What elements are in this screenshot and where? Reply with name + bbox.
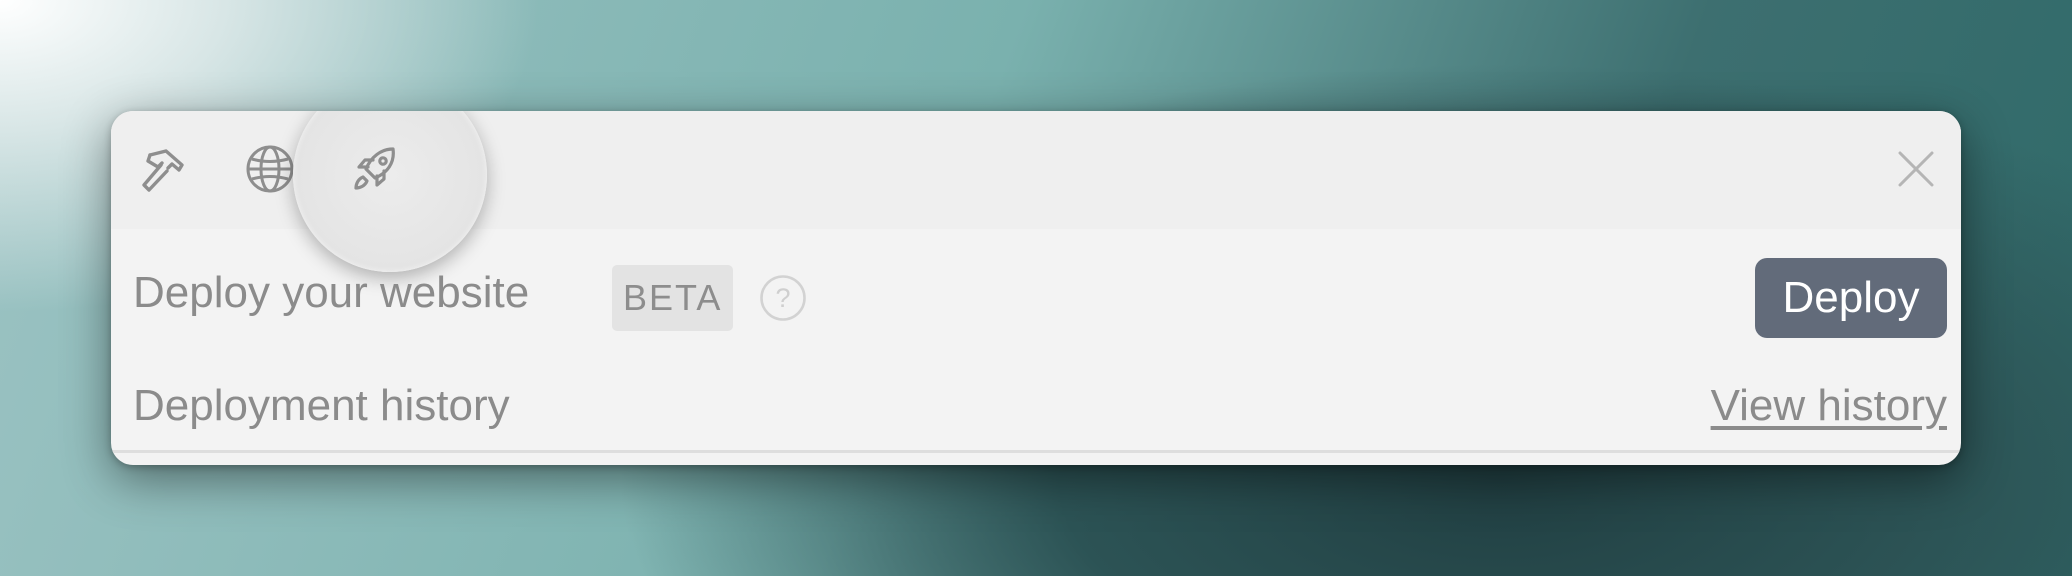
- history-label: Deployment history: [133, 381, 510, 430]
- tool-build-button[interactable]: [132, 137, 196, 201]
- deploy-label: Deploy your website: [133, 268, 530, 317]
- toolbar: [111, 111, 1961, 272]
- hammer-icon: [142, 149, 184, 192]
- svg-text:?: ?: [775, 283, 790, 313]
- view-history-link[interactable]: View history: [1711, 381, 1947, 431]
- help-button[interactable]: ?: [759, 274, 807, 322]
- question-circle-icon: ?: [760, 275, 806, 321]
- tool-deploy-button[interactable]: [343, 137, 407, 201]
- history-row: Deployment history View history: [111, 351, 1961, 451]
- divider: [111, 450, 1961, 453]
- deploy-button[interactable]: Deploy: [1755, 258, 1947, 338]
- close-button[interactable]: [1891, 144, 1941, 194]
- beta-badge: BETA: [612, 265, 734, 331]
- rocket-icon: [354, 147, 395, 190]
- globe-icon: [246, 145, 294, 193]
- deploy-panel: Deploy your website BETA ? Deploy Deploy…: [111, 111, 1961, 465]
- close-icon: [1898, 151, 1934, 187]
- deploy-row: Deploy your website BETA ? Deploy: [111, 246, 1961, 342]
